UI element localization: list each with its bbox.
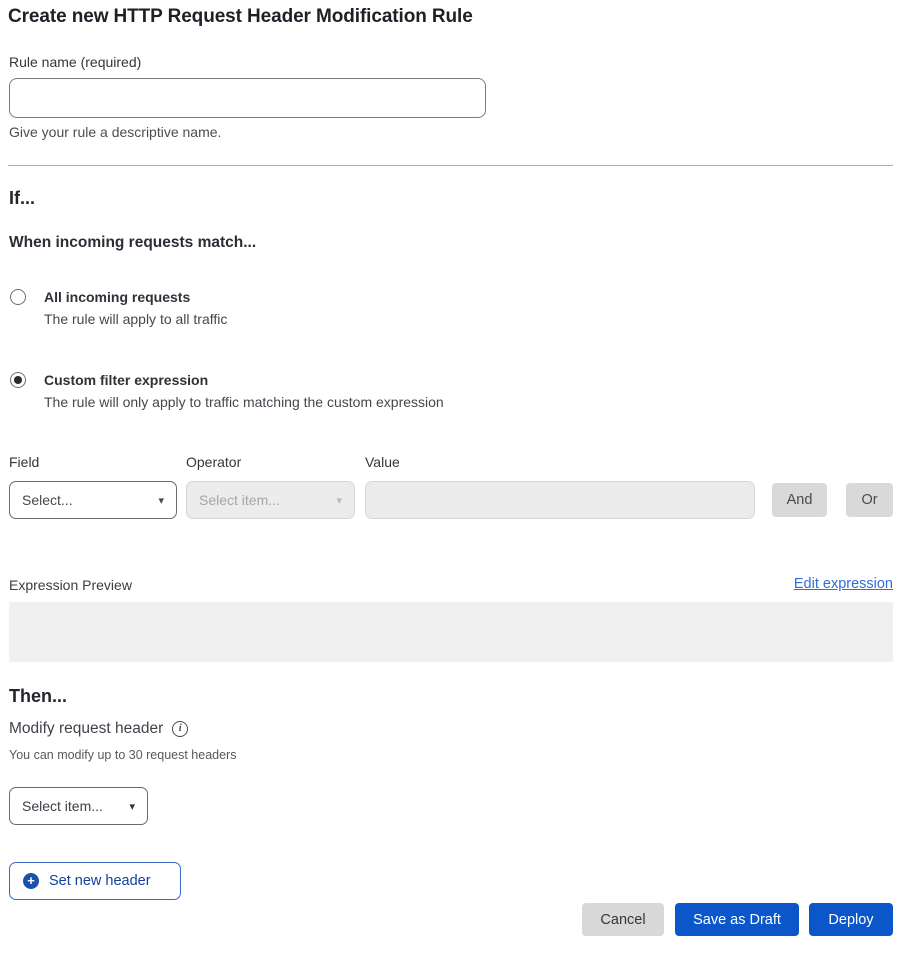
rule-name-helper: Give your rule a descriptive name. xyxy=(9,124,221,140)
radio-button-unselected[interactable] xyxy=(10,289,26,305)
modify-header-helper: You can modify up to 30 request headers xyxy=(9,748,236,762)
operator-select: Select item... ▾ xyxy=(186,481,355,519)
set-new-header-button[interactable]: + Set new header xyxy=(9,862,181,900)
radio-description: The rule will apply to all traffic xyxy=(44,311,227,327)
radio-label: Custom filter expression xyxy=(44,371,444,389)
save-as-draft-button[interactable]: Save as Draft xyxy=(675,903,799,936)
modify-request-header-label: Modify request header xyxy=(9,720,163,738)
match-subheading: When incoming requests match... xyxy=(9,234,256,252)
chevron-down-icon: ▾ xyxy=(129,800,135,813)
cancel-button[interactable]: Cancel xyxy=(582,903,664,936)
edit-expression-link[interactable]: Edit expression xyxy=(794,576,893,592)
page-title: Create new HTTP Request Header Modificat… xyxy=(8,6,473,28)
info-icon[interactable]: i xyxy=(172,721,188,737)
value-label: Value xyxy=(365,454,400,470)
modify-header-row: Modify request header i xyxy=(9,720,188,738)
operator-label: Operator xyxy=(186,454,241,470)
radio-label: All incoming requests xyxy=(44,288,227,306)
or-button[interactable]: Or xyxy=(846,483,893,517)
rule-name-label: Rule name (required) xyxy=(9,54,141,70)
operator-select-placeholder: Select item... xyxy=(199,492,280,508)
chevron-down-icon: ▾ xyxy=(158,494,164,507)
field-select-placeholder: Select... xyxy=(22,492,73,508)
then-section-heading: Then... xyxy=(9,686,67,707)
header-name-select[interactable]: Select item... ▾ xyxy=(9,787,148,825)
rule-name-input[interactable] xyxy=(9,78,486,118)
field-label: Field xyxy=(9,454,39,470)
radio-option-all-incoming[interactable]: All incoming requests The rule will appl… xyxy=(10,288,227,327)
radio-description: The rule will only apply to traffic matc… xyxy=(44,394,444,410)
plus-icon: + xyxy=(23,873,39,889)
create-rule-page: Create new HTTP Request Header Modificat… xyxy=(0,0,899,956)
field-select[interactable]: Select... ▾ xyxy=(9,481,177,519)
header-select-placeholder: Select item... xyxy=(22,798,103,814)
and-button[interactable]: And xyxy=(772,483,827,517)
if-section-heading: If... xyxy=(9,188,35,209)
expression-preview-label: Expression Preview xyxy=(9,577,132,593)
radio-button-selected[interactable] xyxy=(10,372,26,388)
chevron-down-icon: ▾ xyxy=(336,494,342,507)
value-input xyxy=(365,481,755,519)
expression-preview-box xyxy=(9,602,893,662)
deploy-button[interactable]: Deploy xyxy=(809,903,893,936)
radio-option-custom-filter[interactable]: Custom filter expression The rule will o… xyxy=(10,371,444,410)
section-divider xyxy=(8,165,893,166)
set-new-header-label: Set new header xyxy=(49,873,151,889)
